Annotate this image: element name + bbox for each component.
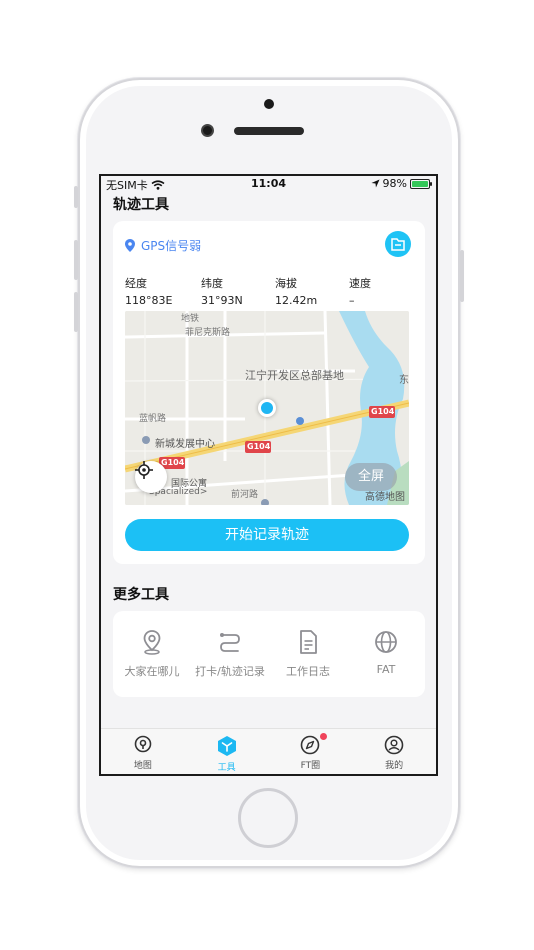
location-arrow-icon: [370, 179, 380, 188]
tool-checkin-track[interactable]: 打卡/轨迹记录: [191, 629, 269, 679]
tab-label: 工具: [217, 763, 236, 773]
route-icon: [220, 633, 240, 652]
speed-label: 速度: [349, 277, 371, 290]
map-label-ditie: 地铁: [181, 314, 200, 324]
crosshair-icon: [135, 461, 153, 479]
more-tools-title: 更多工具: [113, 587, 169, 603]
fullscreen-button[interactable]: 全屏: [345, 463, 397, 491]
earpiece-speaker: [234, 127, 304, 135]
latitude-item: 纬度 31°93N: [201, 275, 275, 307]
altitude-label: 海拔: [275, 277, 297, 290]
gps-status: GPS信号弱: [125, 237, 201, 254]
speed-item: 速度 –: [349, 275, 421, 307]
longitude-item: 经度 118°83E: [125, 275, 201, 307]
location-pin-icon: [143, 630, 161, 655]
map-pin-icon: [134, 735, 152, 753]
globe-icon: [375, 631, 397, 653]
tab-label: 地图: [133, 761, 152, 771]
tab-map[interactable]: 地图: [101, 729, 185, 774]
battery-icon: [410, 178, 432, 189]
tab-tools[interactable]: 工具: [185, 729, 269, 774]
tool-label: 打卡/轨迹记录: [195, 665, 265, 678]
power-button: [460, 250, 464, 302]
volume-up-button: [74, 240, 78, 280]
tool-fat[interactable]: FAT: [347, 629, 425, 679]
track-tools-card: GPS信号弱 经度 118°83E 纬度 31°93N 海拔 12.42m 速度: [113, 221, 425, 564]
tool-label: 大家在哪儿: [124, 665, 180, 678]
tab-profile[interactable]: 我的: [352, 729, 436, 774]
longitude-label: 经度: [125, 277, 147, 290]
tool-label: 工作日志: [286, 665, 330, 678]
longitude-value: 118°83E: [125, 294, 173, 307]
map-label-xincheng: 新城发展中心: [155, 439, 215, 450]
proximity-sensor: [264, 99, 274, 109]
tab-label: FT圈: [300, 761, 321, 771]
tab-bar: 地图 工具 FT圈 我的: [101, 728, 436, 774]
map-road-g104-b: G104: [247, 442, 271, 451]
app-screen: 无SIM卡 11:04 98% 轨迹工具 GPS信号弱 经度 118°83E 纬…: [99, 174, 438, 776]
tool-where-is-everyone[interactable]: 大家在哪儿: [113, 629, 191, 679]
track-tools-title: 轨迹工具: [113, 197, 169, 213]
map-label-lanfan: 蓝帆路: [139, 414, 167, 424]
track-files-button[interactable]: [385, 231, 411, 257]
profile-icon: [384, 735, 404, 755]
altitude-value: 12.42m: [275, 294, 318, 307]
map-road-g104-c: G104: [161, 458, 185, 467]
notification-badge: [319, 733, 327, 740]
position-info: 经度 118°83E 纬度 31°93N 海拔 12.42m 速度 –: [125, 275, 421, 307]
map-provider-logo: 高德地图: [365, 492, 405, 503]
tool-label: FAT: [376, 663, 396, 676]
current-location-marker: [258, 399, 276, 417]
gps-status-text: GPS信号弱: [141, 239, 202, 253]
map-label-feinike: 菲尼克斯路: [185, 328, 231, 338]
tools-cube-icon: [217, 736, 236, 756]
tab-ft-circle[interactable]: FT圈: [269, 729, 353, 774]
battery-percent: 98%: [382, 177, 407, 190]
document-icon: [300, 630, 317, 654]
latitude-label: 纬度: [201, 277, 223, 290]
tab-label: 我的: [385, 761, 404, 771]
compass-icon: [301, 735, 320, 755]
map-label-east: 东: [399, 375, 409, 386]
more-tools-card: 大家在哪儿 打卡/轨迹记录 工作日志 FAT: [113, 611, 425, 697]
map-label-district: 江宁开发区总部基地: [245, 369, 344, 382]
latitude-value: 31°93N: [201, 294, 243, 307]
tool-work-log[interactable]: 工作日志: [269, 629, 347, 679]
status-bar: 无SIM卡 11:04 98%: [101, 176, 436, 192]
folder-icon: [391, 237, 405, 251]
mute-switch: [74, 186, 78, 208]
home-button[interactable]: [238, 788, 298, 848]
map-road-g104-a: G104: [371, 407, 395, 416]
volume-down-button: [74, 292, 78, 332]
speed-value: –: [349, 294, 355, 307]
map-label-qianhe: 前河路: [231, 490, 259, 500]
map-view[interactable]: 菲尼克斯路 江宁开发区总部基地 东 蓝帆路 新城发展中心 国际公寓 前河路 地铁…: [125, 311, 409, 505]
start-track-button[interactable]: 开始记录轨迹: [125, 519, 409, 551]
locate-me-button[interactable]: [135, 461, 167, 493]
altitude-item: 海拔 12.42m: [275, 275, 349, 307]
front-camera: [201, 124, 214, 137]
gps-pin-icon: [125, 239, 135, 252]
